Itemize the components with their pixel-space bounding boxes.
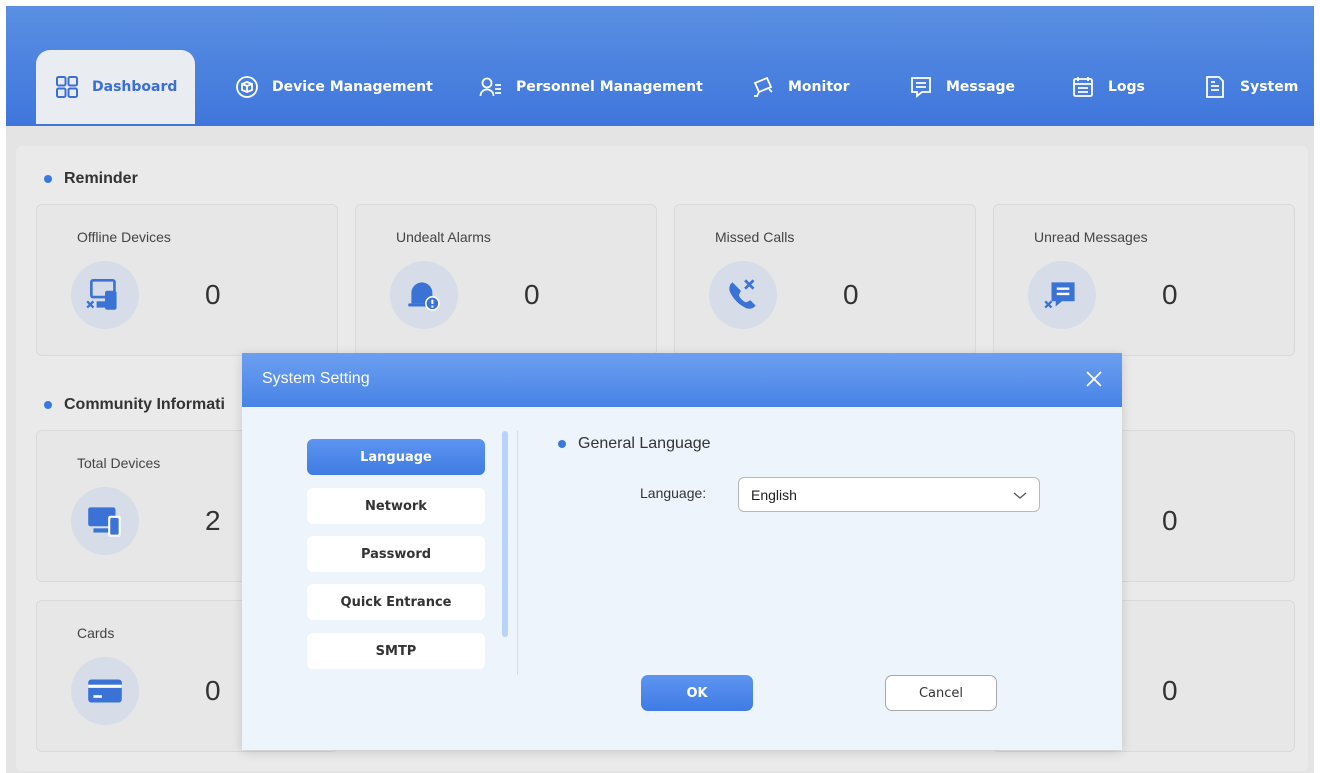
tab-dashboard[interactable]: Dashboard	[36, 50, 196, 124]
tab-message[interactable]: Message	[908, 50, 1015, 124]
dialog-title: System Setting	[262, 370, 370, 387]
alarm-bell-icon	[390, 261, 458, 329]
card-missed-calls[interactable]: Missed Calls 0	[674, 204, 976, 356]
tab-logs[interactable]: Logs	[1070, 50, 1145, 124]
tab-label: Device Management	[272, 79, 433, 95]
reminder-section-title: Reminder	[44, 170, 138, 188]
tab-label: System	[1240, 79, 1299, 95]
offline-devices-icon	[71, 261, 139, 329]
camera-monitor-icon	[750, 74, 776, 100]
person-list-icon	[478, 74, 504, 100]
menu-smtp[interactable]: SMTP	[307, 633, 485, 669]
general-language-title: General Language	[558, 435, 711, 453]
language-select-value: English	[751, 486, 797, 503]
tab-label: Message	[946, 79, 1016, 95]
vertical-divider	[517, 431, 518, 675]
message-icon	[908, 74, 934, 100]
dashboard-grid-icon	[54, 74, 80, 100]
tab-label: Dashboard	[92, 79, 178, 95]
menu-language[interactable]: Language	[307, 439, 485, 475]
menu-network[interactable]: Network	[307, 488, 485, 524]
dialog-header: System Setting	[242, 353, 1122, 407]
bullet-dot	[558, 440, 566, 448]
card-offline-devices[interactable]: Offline Devices 0	[36, 204, 338, 356]
top-nav-bar: Dashboard Device Management Personnel Ma…	[6, 6, 1314, 126]
menu-scrollbar[interactable]	[502, 431, 508, 637]
tab-device-management[interactable]: Device Management	[234, 50, 433, 124]
device-box-icon	[234, 74, 260, 100]
unread-message-icon	[1028, 261, 1096, 329]
ok-button[interactable]: OK	[641, 675, 753, 711]
tab-label: Logs	[1108, 79, 1145, 95]
menu-password[interactable]: Password	[307, 536, 485, 572]
bullet-dot	[44, 401, 52, 409]
devices-icon	[71, 487, 139, 555]
card-undealt-alarms[interactable]: Undealt Alarms 0	[355, 204, 657, 356]
bullet-dot	[44, 175, 52, 183]
document-system-icon	[1202, 74, 1228, 100]
close-icon[interactable]	[1082, 367, 1106, 391]
tab-label: Monitor	[788, 79, 850, 95]
system-setting-dialog: System Setting Language Network Password…	[242, 353, 1122, 750]
cancel-button[interactable]: Cancel	[885, 675, 997, 711]
language-label: Language:	[640, 485, 707, 501]
community-section-title: Community Informati	[44, 396, 225, 414]
tab-monitor[interactable]: Monitor	[750, 50, 850, 124]
language-select[interactable]: English	[738, 477, 1040, 512]
card-icon	[71, 657, 139, 725]
card-unread-messages[interactable]: Unread Messages 0	[993, 204, 1295, 356]
missed-call-icon	[709, 261, 777, 329]
chevron-down-icon	[1013, 492, 1027, 499]
menu-quick-entrance[interactable]: Quick Entrance	[307, 584, 485, 620]
tab-personnel-management[interactable]: Personnel Management	[478, 50, 703, 124]
calendar-logs-icon	[1070, 74, 1096, 100]
tab-system[interactable]: System	[1202, 50, 1298, 124]
tab-label: Personnel Management	[516, 79, 703, 95]
